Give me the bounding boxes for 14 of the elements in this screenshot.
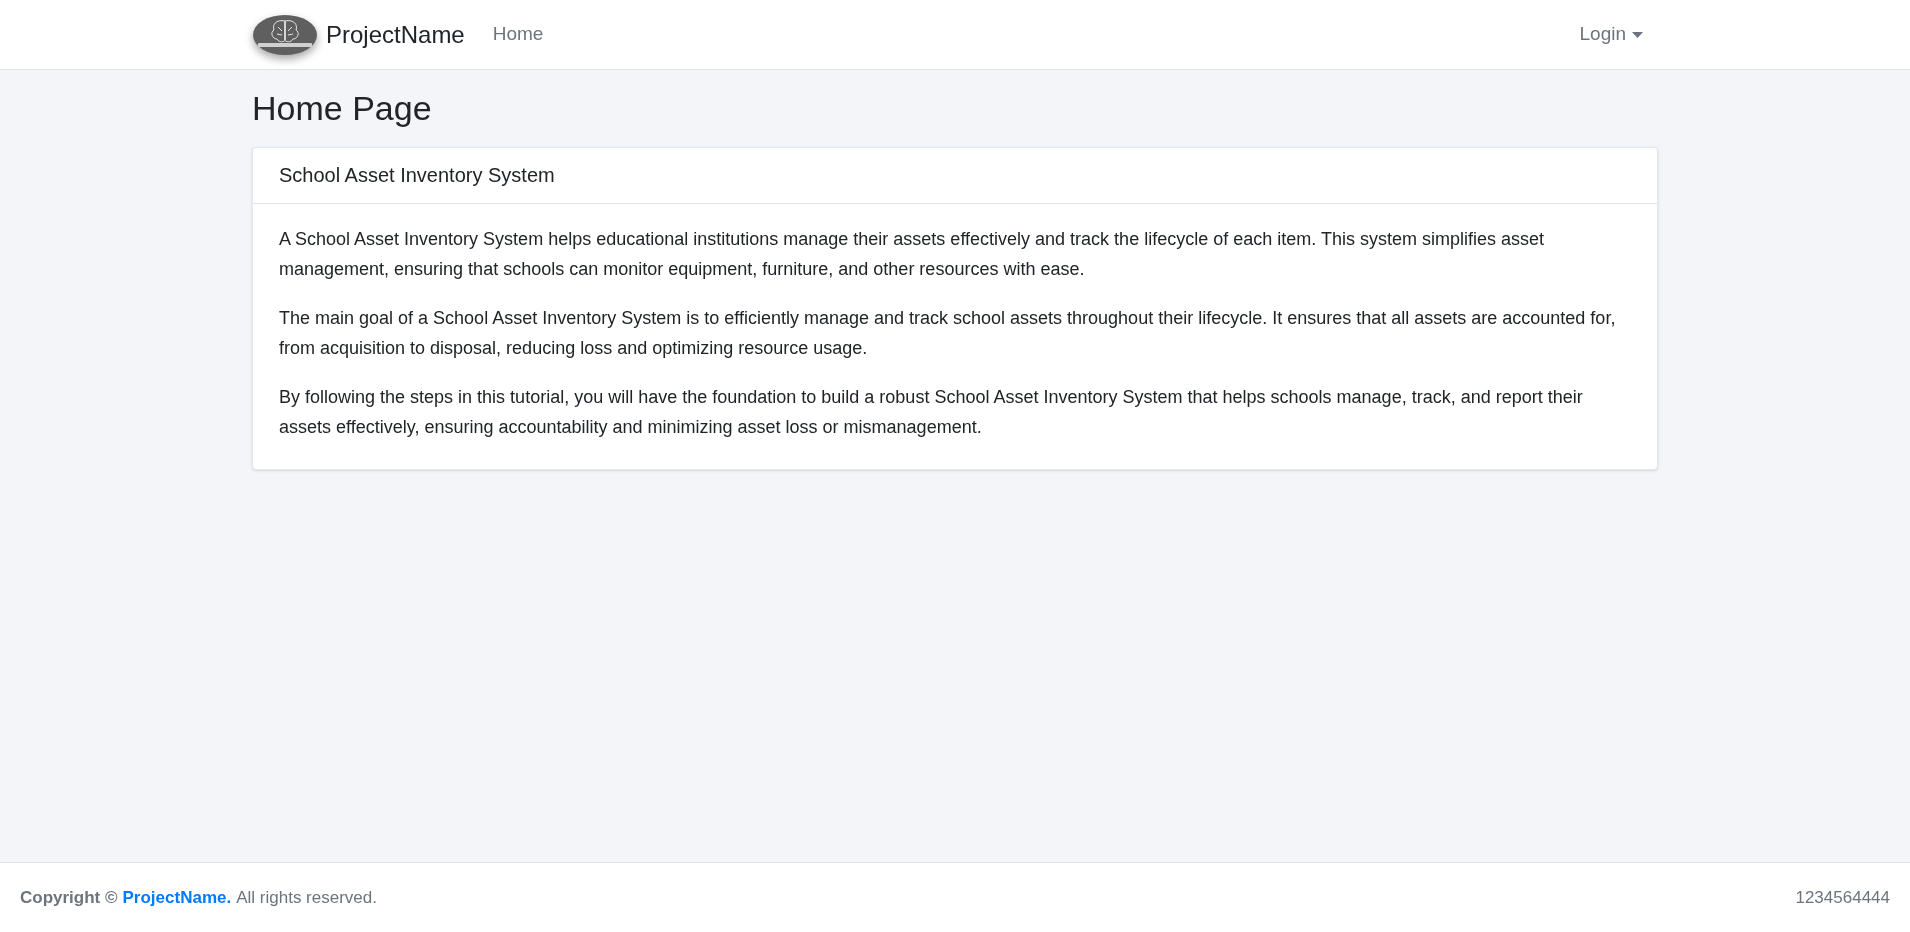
paragraph: A School Asset Inventory System helps educational institutions manage their assets effectively and track the lifecycle of each item. This system simplifies asset management, ensuring that schools can monitor equipment, furniture, and other resources with ease. <box>279 227 1545 281</box>
paragraph: The main goal of a School Asset Inventory System is to efficiently manage and track school assets throughout their lifecycle. It ensures that all assets are accounted for, from acquisition to disposal, reducing loss and optimizing resource usage. <box>279 306 1617 360</box>
brand-link[interactable]: ProjectName <box>326 16 465 53</box>
login-dropdown[interactable]: Login <box>1579 20 1643 49</box>
phone-number: 1234564444 <box>1795 886 1890 909</box>
paragraph: By following the steps in this tutorial, you will have the foundation to build a robust School Asset Inventory System that helps schools manage, track, and report their assets effectively, ensuring accountability and minimizing asset loss or mismanagement. <box>279 385 1584 439</box>
copyright-label: Copyright © <box>20 886 118 909</box>
page-title: Home Page <box>252 88 433 129</box>
logo-icon[interactable] <box>252 12 318 57</box>
card-title: School Asset Inventory System <box>279 163 555 189</box>
footer-brand-link[interactable]: ProjectName. <box>122 884 232 911</box>
nav-link[interactable]: Home <box>492 20 544 49</box>
caret-icon <box>1632 31 1643 38</box>
rights-text: All rights reserved. <box>236 886 377 909</box>
